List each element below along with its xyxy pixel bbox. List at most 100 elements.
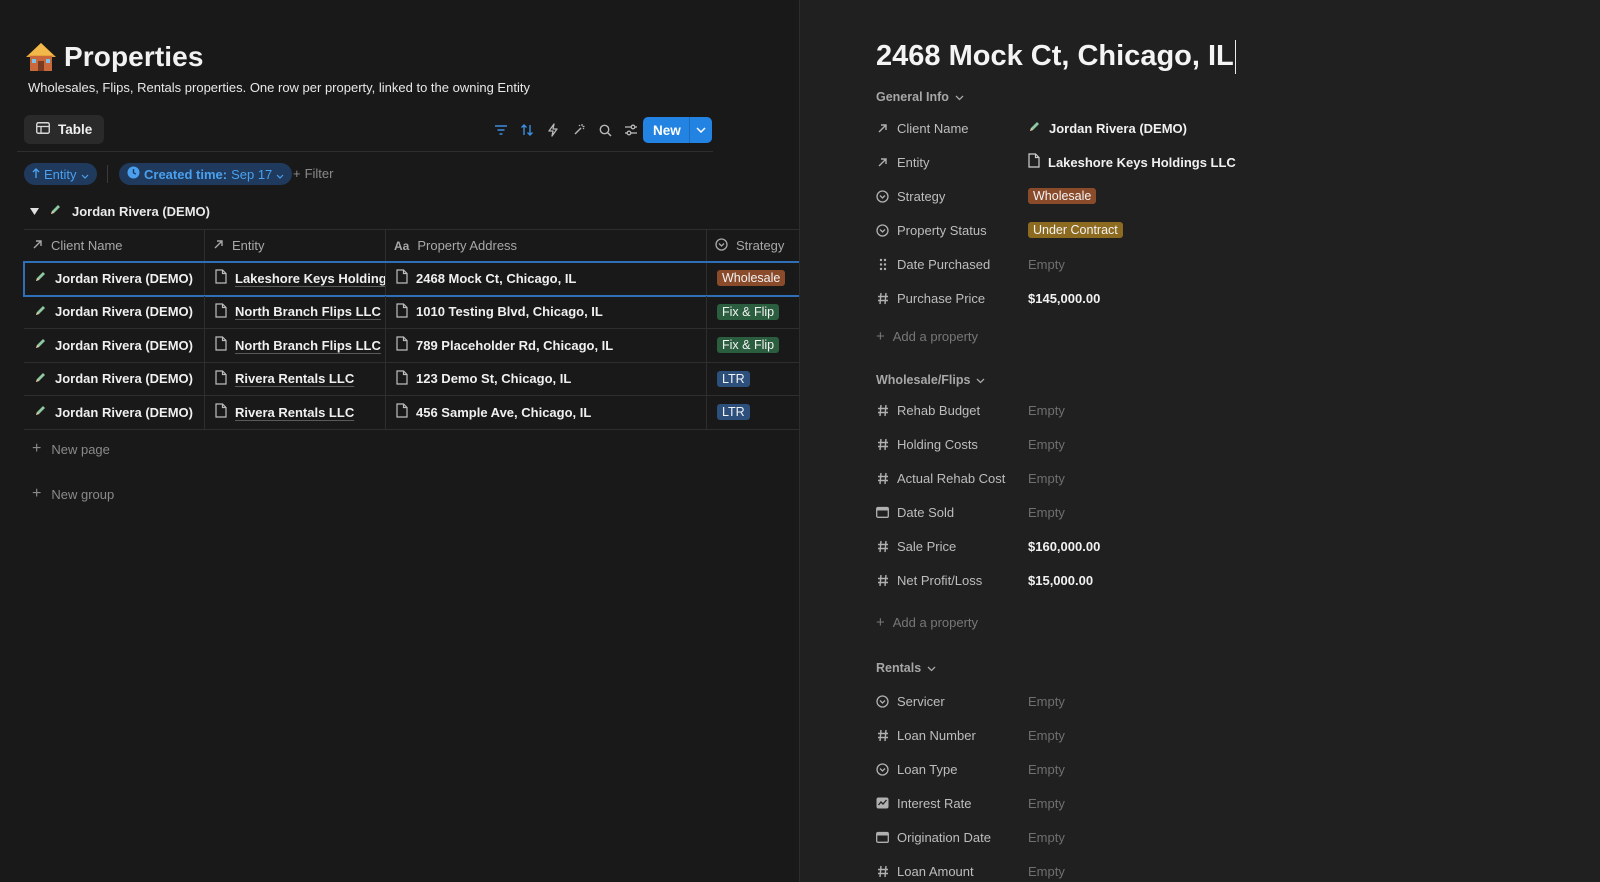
sort-chip-entity[interactable]: Entity (24, 163, 97, 185)
cell-strategy[interactable]: Fix & Flip (707, 329, 799, 362)
table-row[interactable]: Jordan Rivera (DEMO) North Branch Flips … (24, 295, 799, 329)
property-value[interactable]: Under Contract (1028, 222, 1123, 238)
automation-icon[interactable] (540, 117, 566, 143)
cell-strategy[interactable]: LTR (707, 363, 799, 396)
entity-link[interactable]: North Branch Flips LLC (235, 338, 381, 353)
cell-strategy[interactable]: LTR (707, 396, 799, 429)
entity-link[interactable]: Rivera Rentals LLC (235, 371, 354, 386)
column-header-client-name[interactable]: Client Name (24, 230, 205, 261)
filter-icon[interactable] (488, 117, 514, 143)
table-row[interactable]: Jordan Rivera (DEMO) Lakeshore Keys Hold… (23, 261, 799, 297)
property-value[interactable]: $15,000.00 (1028, 573, 1093, 588)
magic-wand-icon[interactable] (566, 117, 592, 143)
property-key[interactable]: Property Status (876, 223, 1028, 238)
property-key[interactable]: Rehab Budget (876, 403, 1028, 418)
cell-property-address[interactable]: 1010 Testing Blvd, Chicago, IL (386, 295, 707, 328)
add-property-button[interactable]: + Add a property (876, 328, 978, 345)
cell-client-name[interactable]: Jordan Rivera (DEMO) (24, 396, 205, 429)
add-property-button[interactable]: + Add a property (876, 614, 978, 631)
sort-icon[interactable] (514, 117, 540, 143)
cell-client-name[interactable]: Jordan Rivera (DEMO) (24, 295, 205, 328)
section-header-general[interactable]: General Info (876, 90, 964, 104)
property-key[interactable]: Date Purchased (876, 257, 1028, 272)
property-value-empty[interactable]: Empty (1028, 505, 1065, 520)
property-value-empty[interactable]: Empty (1028, 403, 1065, 418)
column-header-strategy[interactable]: Strategy (707, 230, 799, 261)
add-filter-button[interactable]: + Filter (293, 166, 333, 181)
column-header-entity[interactable]: Entity (205, 230, 386, 261)
cell-entity[interactable]: North Branch Flips LLC (205, 295, 386, 328)
property-key[interactable]: Interest Rate (876, 796, 1028, 811)
property-address-value[interactable]: 2468 Mock Ct, Chicago, IL (416, 271, 576, 286)
client-name-link[interactable]: Jordan Rivera (DEMO) (1049, 121, 1187, 136)
property-value-empty[interactable]: Empty (1028, 471, 1065, 486)
property-key[interactable]: Strategy (876, 189, 1028, 204)
cell-strategy[interactable]: Fix & Flip (707, 296, 799, 329)
cell-entity[interactable]: North Branch Flips LLC (205, 329, 386, 362)
cell-entity[interactable]: Rivera Rentals LLC (205, 396, 386, 429)
property-value-empty[interactable]: Empty (1028, 257, 1065, 272)
new-page-button[interactable]: + New page (32, 440, 110, 458)
table-row[interactable]: Jordan Rivera (DEMO) Rivera Rentals LLC … (24, 396, 799, 430)
cell-entity[interactable]: Lakeshore Keys Holdings LLC (205, 262, 386, 295)
property-key[interactable]: Sale Price (876, 539, 1028, 554)
filter-chip-created-time[interactable]: Created time: Sep 17 (119, 163, 293, 185)
house-icon[interactable] (24, 40, 58, 74)
table-row[interactable]: Jordan Rivera (DEMO) North Branch Flips … (24, 329, 799, 363)
client-name-value[interactable]: Jordan Rivera (DEMO) (55, 405, 193, 420)
page-description[interactable]: Wholesales, Flips, Rentals properties. O… (28, 80, 530, 95)
cell-strategy[interactable]: Wholesale (707, 262, 799, 295)
group-header[interactable]: Jordan Rivera (DEMO) (30, 203, 210, 219)
new-group-button[interactable]: + New group (32, 485, 114, 503)
property-key[interactable]: Servicer (876, 694, 1028, 709)
property-value[interactable]: $145,000.00 (1028, 291, 1100, 306)
property-value-empty[interactable]: Empty (1028, 864, 1065, 879)
property-value[interactable]: Lakeshore Keys Holdings LLC (1028, 153, 1236, 171)
settings-sliders-icon[interactable] (618, 117, 644, 143)
property-value-empty[interactable]: Empty (1028, 728, 1065, 743)
property-key[interactable]: Actual Rehab Cost (876, 471, 1028, 486)
property-value-empty[interactable]: Empty (1028, 437, 1065, 452)
cell-property-address[interactable]: 2468 Mock Ct, Chicago, IL (386, 262, 707, 295)
property-key[interactable]: Loan Amount (876, 864, 1028, 879)
property-value[interactable]: Wholesale (1028, 188, 1097, 204)
chevron-down-icon[interactable] (690, 117, 712, 143)
new-button[interactable]: New (643, 117, 712, 143)
client-name-value[interactable]: Jordan Rivera (DEMO) (55, 304, 193, 319)
entity-link[interactable]: Rivera Rentals LLC (235, 405, 354, 420)
property-value-empty[interactable]: Empty (1028, 762, 1065, 777)
property-value-empty[interactable]: Empty (1028, 694, 1065, 709)
client-name-value[interactable]: Jordan Rivera (DEMO) (55, 338, 193, 353)
property-address-value[interactable]: 456 Sample Ave, Chicago, IL (416, 405, 591, 420)
property-key[interactable]: Net Profit/Loss (876, 573, 1028, 588)
column-header-property-address[interactable]: Aa Property Address (386, 230, 707, 261)
client-name-value[interactable]: Jordan Rivera (DEMO) (55, 271, 193, 286)
triangle-down-icon[interactable] (30, 204, 39, 219)
cell-client-name[interactable]: Jordan Rivera (DEMO) (24, 362, 205, 395)
cell-client-name[interactable]: Jordan Rivera (DEMO) (24, 329, 205, 362)
property-key[interactable]: Date Sold (876, 505, 1028, 520)
cell-entity[interactable]: Rivera Rentals LLC (205, 362, 386, 395)
property-key[interactable]: Loan Number (876, 728, 1028, 743)
property-key[interactable]: Holding Costs (876, 437, 1028, 452)
property-value[interactable]: Jordan Rivera (DEMO) (1028, 120, 1187, 136)
record-title[interactable]: 2468 Mock Ct, Chicago, IL (876, 40, 1237, 75)
property-key[interactable]: Origination Date (876, 830, 1028, 845)
view-tab-table[interactable]: Table (24, 115, 105, 144)
property-key[interactable]: Entity (876, 155, 1028, 170)
property-value-empty[interactable]: Empty (1028, 796, 1065, 811)
entity-link[interactable]: North Branch Flips LLC (235, 304, 381, 319)
entity-link[interactable]: Lakeshore Keys Holdings LLC (235, 271, 385, 286)
new-button-label[interactable]: New (643, 117, 690, 143)
cell-client-name[interactable]: Jordan Rivera (DEMO) (24, 262, 205, 295)
table-row[interactable]: Jordan Rivera (DEMO) Rivera Rentals LLC … (24, 362, 799, 396)
property-address-value[interactable]: 1010 Testing Blvd, Chicago, IL (416, 304, 603, 319)
record-title-text[interactable]: 2468 Mock Ct, Chicago, IL (876, 40, 1234, 72)
property-key[interactable]: Loan Type (876, 762, 1028, 777)
property-address-value[interactable]: 123 Demo St, Chicago, IL (416, 371, 571, 386)
cell-property-address[interactable]: 123 Demo St, Chicago, IL (386, 362, 707, 395)
search-icon[interactable] (592, 117, 618, 143)
property-key[interactable]: Purchase Price (876, 291, 1028, 306)
section-header-rentals[interactable]: Rentals (876, 661, 936, 675)
client-name-value[interactable]: Jordan Rivera (DEMO) (55, 371, 193, 386)
